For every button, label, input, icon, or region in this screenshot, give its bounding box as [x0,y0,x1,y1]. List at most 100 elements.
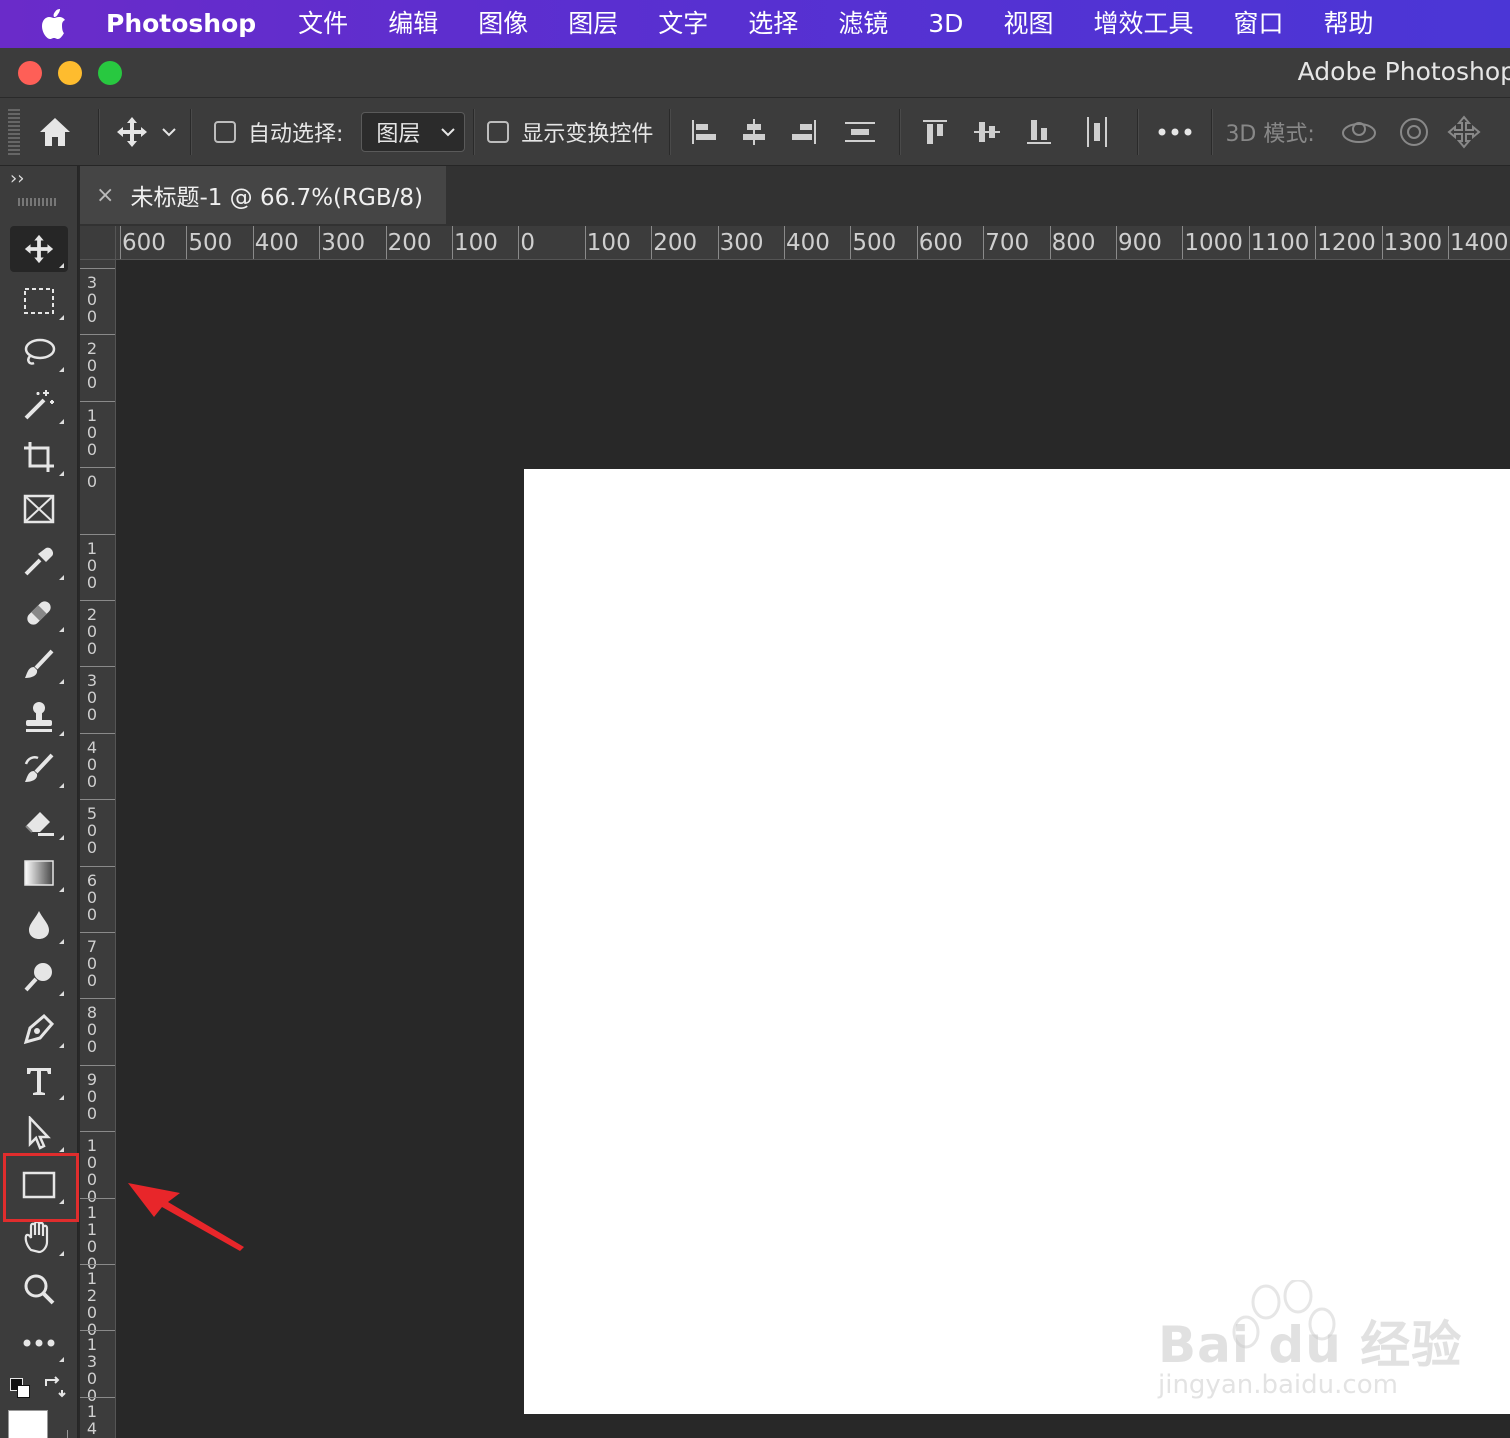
auto-select-dropdown[interactable]: 图层 [361,111,466,152]
ruler-h-label: 1400 [1450,230,1509,256]
crop-tool-button[interactable] [10,434,68,480]
background-color-swatch[interactable] [28,1430,68,1438]
3d-roll-icon[interactable] [1389,107,1439,157]
swap-colors-icon[interactable] [42,1376,66,1404]
menu-image[interactable]: 图像 [458,0,548,48]
window-close-button[interactable] [18,61,42,85]
window-minimize-button[interactable] [58,61,82,85]
ruler-h-label: 1000 [1184,230,1243,256]
eraser-tool-button[interactable] [10,798,68,844]
brush-icon [25,649,54,678]
tools-panel-grip[interactable] [18,198,58,206]
menu-view[interactable]: 视图 [983,0,1073,48]
eyedropper-tool-button[interactable] [10,538,68,584]
menu-plugins[interactable]: 增效工具 [1073,0,1213,48]
align-top-icon[interactable] [909,107,961,157]
ruler-h-label: 200 [653,230,698,256]
menu-type[interactable]: 文字 [638,0,728,48]
distribute-vertical-icon[interactable] [829,107,891,157]
history-brush-tool-button[interactable] [10,746,68,792]
apple-icon[interactable] [36,7,70,41]
pen-icon [23,1013,55,1045]
zoom-tool-button[interactable] [10,1266,68,1312]
eraser-icon [25,812,54,836]
healing-brush-tool-button[interactable] [10,590,68,636]
move-tool-button[interactable] [10,226,68,272]
pen-tool-button[interactable] [10,1006,68,1052]
show-transform-checkbox[interactable] [487,120,510,143]
canvas-workspace[interactable] [117,261,1510,1438]
blur-tool-button[interactable] [10,902,68,948]
move-tool-icon[interactable] [108,107,156,157]
document-tab-bar: × 未标题-1 @ 66.7%(RGB/8) [80,166,1510,226]
3d-orbit-icon[interactable] [1329,107,1389,157]
auto-select-checkbox[interactable] [214,120,236,143]
horizontal-ruler[interactable]: 600 500 400 300 200 100 0 100 200 300 400 500 600 700… [116,226,1510,260]
menu-window[interactable]: 窗口 [1213,0,1303,48]
ruler-tick [784,226,785,259]
ruler-tick [1448,226,1449,259]
tool-group-indicator [59,1251,64,1256]
menu-help[interactable]: 帮助 [1303,0,1393,48]
menu-edit[interactable]: 编辑 [368,0,458,48]
dodge-tool-button[interactable] [10,954,68,1000]
menu-filter[interactable]: 滤镜 [818,0,908,48]
menu-layer[interactable]: 图层 [548,0,638,48]
tools-panel: ›› [0,166,78,1438]
ruler-tick [120,226,121,259]
ruler-h-label: 900 [1118,230,1162,256]
ruler-tick [916,226,918,259]
align-horizontal-center-icon[interactable] [729,107,779,157]
3d-mode-label: 3D 模式: [1225,121,1315,147]
ruler-tick [850,226,852,259]
tool-group-indicator [59,1357,64,1362]
align-bottom-icon[interactable] [1013,107,1065,157]
align-vertical-center-icon[interactable] [961,107,1013,157]
auto-select-label: 自动选择: [248,121,344,147]
3d-pan-icon[interactable] [1439,107,1489,157]
menu-file[interactable]: 文件 [278,0,368,48]
options-separator [669,108,672,155]
ruler-v-label: 300 [86,671,98,725]
type-tool-button[interactable] [10,1058,68,1104]
marquee-tool-button[interactable] [10,278,68,324]
window-maximize-button[interactable] [98,61,122,85]
default-colors-icon[interactable] [10,1378,32,1400]
ruler-v-label: 100 [86,405,98,459]
menu-select[interactable]: 选择 [728,0,818,48]
ruler-tick [80,400,115,402]
distribute-horizontal-icon[interactable] [1065,107,1129,157]
align-right-icon[interactable] [779,107,829,157]
edit-toolbar-button[interactable] [10,1320,68,1366]
chevron-down-icon[interactable] [156,107,182,157]
brush-tool-button[interactable] [10,642,68,688]
options-bar-grip[interactable] [8,108,20,155]
lasso-tool-button[interactable] [10,330,68,376]
document-canvas[interactable] [524,469,1510,1414]
more-options-icon[interactable] [1147,107,1203,157]
home-icon[interactable] [20,107,90,157]
dodge-icon [24,963,52,992]
menu-photoshop[interactable]: Photoshop [90,0,278,48]
ruler-h-label: 800 [1051,230,1096,256]
crop-icon [24,442,54,472]
ruler-origin[interactable] [80,226,116,260]
ruler-h-label: 500 [852,230,897,256]
close-tab-icon[interactable]: × [96,183,114,208]
more-tools-icon [23,1339,55,1347]
tool-group-indicator [59,575,64,580]
tool-group-indicator [59,367,64,372]
gradient-tool-button[interactable] [10,850,68,896]
menu-3d[interactable]: 3D [908,0,983,48]
magic-wand-tool-button[interactable] [10,382,68,428]
ruler-h-label: 1100 [1250,230,1310,256]
collapse-panel-button[interactable]: ›› [10,168,24,189]
clone-stamp-tool-button[interactable] [10,694,68,740]
ruler-h-label: 400 [786,230,830,256]
ruler-v-label: 1400 [86,1401,98,1438]
path-selection-tool-button[interactable] [10,1110,68,1156]
align-left-icon[interactable] [679,107,729,157]
vertical-ruler[interactable]: 300 200 100 0 100 200 300 400 500 600 700 800 900 100… [80,260,116,1438]
frame-tool-button[interactable] [10,486,68,532]
document-tab[interactable]: × 未标题-1 @ 66.7%(RGB/8) [80,166,446,224]
